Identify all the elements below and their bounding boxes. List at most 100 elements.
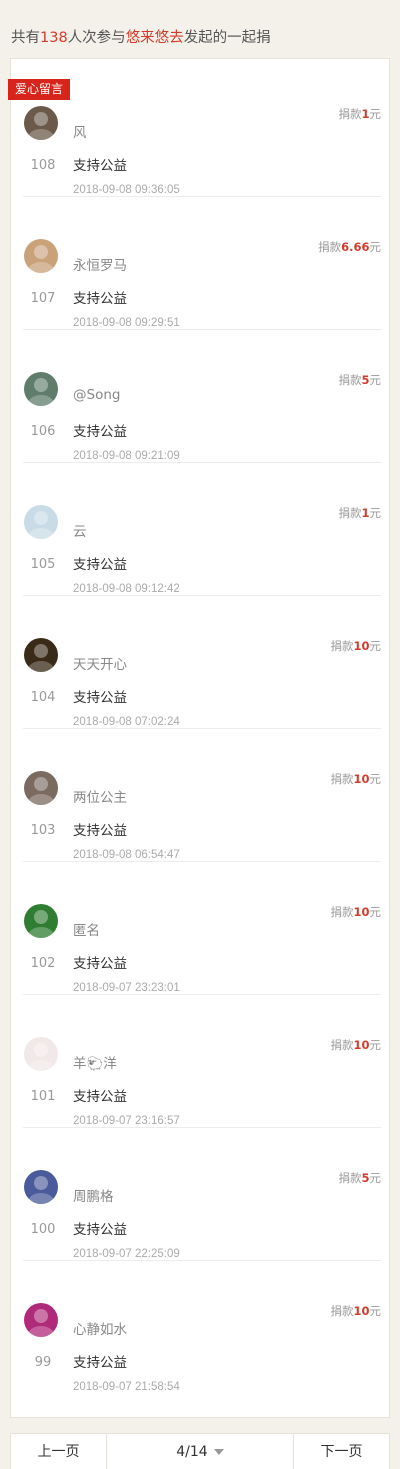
participant-count: 138: [40, 30, 68, 46]
summary-suffix: 发起的一起捐: [183, 30, 271, 46]
pagination-bar: 上一页 4/14 下一页: [10, 1433, 390, 1469]
donation-rank: 103: [30, 823, 56, 838]
donor-name: @Song: [73, 387, 121, 403]
donation-message: 支持公益: [73, 956, 127, 972]
donation-message: 支持公益: [73, 1222, 127, 1238]
donation-entry: 107 永恒罗马 支持公益 2018-09-08 09:29:51 捐款6.66元: [11, 197, 391, 330]
prev-page-button[interactable]: 上一页: [11, 1434, 106, 1469]
amount-suffix: 元: [369, 506, 382, 520]
donation-amount: 捐款6.66元: [318, 239, 381, 255]
donation-amount: 捐款10元: [330, 1037, 381, 1053]
avatar[interactable]: [24, 771, 58, 805]
donation-summary: 共有138人次参与悠来悠去发起的一起捐: [11, 26, 271, 47]
donation-time: 2018-09-07 23:23:01: [73, 982, 180, 994]
donation-message: 支持公益: [73, 158, 127, 174]
donation-amount: 捐款10元: [330, 1303, 381, 1319]
donation-rank: 100: [30, 1222, 56, 1237]
amount-value: 10: [353, 639, 370, 653]
amount-value: 5: [361, 1171, 370, 1185]
donation-rank: 108: [30, 158, 56, 173]
amount-suffix: 元: [369, 1171, 382, 1185]
page-indicator: 4/14: [176, 1444, 208, 1460]
donation-rank: 107: [30, 291, 56, 306]
donation-rank: 105: [30, 557, 56, 572]
page-selector[interactable]: 4/14: [106, 1434, 294, 1469]
amount-prefix: 捐款: [330, 772, 354, 786]
donation-entry: 105 云支持公益 2018-09-08 09:12:42 捐款1元: [11, 463, 391, 596]
amount-prefix: 捐款: [338, 1171, 362, 1185]
donation-rank: 104: [30, 690, 56, 705]
donation-entry: 101 羊🐑洋支持公益 2018-09-07 23:16:57 捐款10元: [11, 995, 391, 1128]
amount-prefix: 捐款: [330, 905, 354, 919]
avatar[interactable]: [24, 904, 58, 938]
amount-suffix: 元: [369, 107, 382, 121]
summary-middle: 人次参与: [67, 30, 126, 46]
donation-time: 2018-09-08 09:36:05: [73, 184, 180, 196]
amount-value: 1: [361, 506, 370, 520]
avatar[interactable]: [24, 1303, 58, 1337]
donation-amount: 捐款5元: [338, 372, 381, 388]
avatar[interactable]: [24, 1170, 58, 1204]
amount-value: 1: [361, 107, 370, 121]
amount-value: 10: [353, 772, 370, 786]
amount-value: 10: [353, 905, 370, 919]
donation-amount: 捐款5元: [338, 1170, 381, 1186]
donation-message: 支持公益: [73, 1089, 127, 1105]
amount-prefix: 捐款: [338, 373, 362, 387]
amount-suffix: 元: [369, 1038, 382, 1052]
donation-amount: 捐款1元: [338, 505, 381, 521]
avatar[interactable]: [24, 372, 58, 406]
amount-value: 10: [353, 1304, 370, 1318]
donation-message: 支持公益: [73, 823, 127, 839]
amount-prefix: 捐款: [330, 1038, 354, 1052]
donation-message: 支持公益: [73, 690, 127, 706]
donation-entry: 103 两位公主支持公益 2018-09-08 06:54:47 捐款10元: [11, 729, 391, 862]
donation-entry: 102 匿名 支持公益 2018-09-07 23:23:01 捐款10元: [11, 862, 391, 995]
donation-entry: 106 @Song 支持公益 2018-09-08 09:21:09 捐款5元: [11, 330, 391, 463]
amount-value: 6.66: [341, 240, 370, 254]
amount-suffix: 元: [369, 1304, 382, 1318]
amount-prefix: 捐款: [338, 107, 362, 121]
amount-suffix: 元: [369, 639, 382, 653]
donor-name: 羊🐑洋: [73, 1056, 117, 1072]
summary-prefix: 共有: [11, 30, 40, 46]
donation-message: 支持公益: [73, 424, 127, 440]
donation-message: 支持公益: [73, 1355, 127, 1371]
donation-amount: 捐款10元: [330, 904, 381, 920]
organizer-link[interactable]: 悠来悠去: [126, 30, 184, 46]
donation-time: 2018-09-07 21:58:54: [73, 1381, 180, 1393]
donation-time: 2018-09-08 06:54:47: [73, 849, 180, 861]
dropdown-caret-icon: [213, 1449, 224, 1455]
donor-name: 两位公主: [73, 790, 127, 806]
amount-value: 10: [353, 1038, 370, 1052]
avatar[interactable]: [24, 1037, 58, 1071]
donation-time: 2018-09-08 09:12:42: [73, 583, 180, 595]
donation-amount: 捐款1元: [338, 106, 381, 122]
donor-name: 周鹏格: [73, 1189, 114, 1205]
donation-entry: 100 周鹏格 支持公益 2018-09-07 22:25:09 捐款5元: [11, 1128, 391, 1261]
amount-suffix: 元: [369, 905, 382, 919]
donation-rank: 106: [30, 424, 56, 439]
amount-suffix: 元: [369, 373, 382, 387]
amount-prefix: 捐款: [338, 506, 362, 520]
avatar[interactable]: [24, 505, 58, 539]
avatar[interactable]: [24, 239, 58, 273]
amount-value: 5: [361, 373, 370, 387]
donor-name: 天天开心: [73, 657, 127, 673]
avatar[interactable]: [24, 638, 58, 672]
next-page-button[interactable]: 下一页: [294, 1434, 389, 1469]
donation-rank: 102: [30, 956, 56, 971]
amount-prefix: 捐款: [330, 1304, 354, 1318]
avatar[interactable]: [24, 106, 58, 140]
love-message-tag: 爱心留言: [8, 79, 71, 100]
donation-rank: 101: [30, 1089, 56, 1104]
amount-suffix: 元: [369, 772, 382, 786]
donation-time: 2018-09-07 23:16:57: [73, 1115, 180, 1127]
message-list-card: 爱心留言 108 风支持公益 2018-09-08 09:36:05 捐款1元 107 永…: [8, 58, 391, 1418]
donation-amount: 捐款10元: [330, 638, 381, 654]
donor-name: 永恒罗马: [73, 258, 127, 274]
donation-time: 2018-09-08 09:21:09: [73, 450, 180, 462]
amount-suffix: 元: [369, 240, 382, 254]
donation-time: 2018-09-08 09:29:51: [73, 317, 180, 329]
donor-name: 风: [73, 125, 87, 141]
